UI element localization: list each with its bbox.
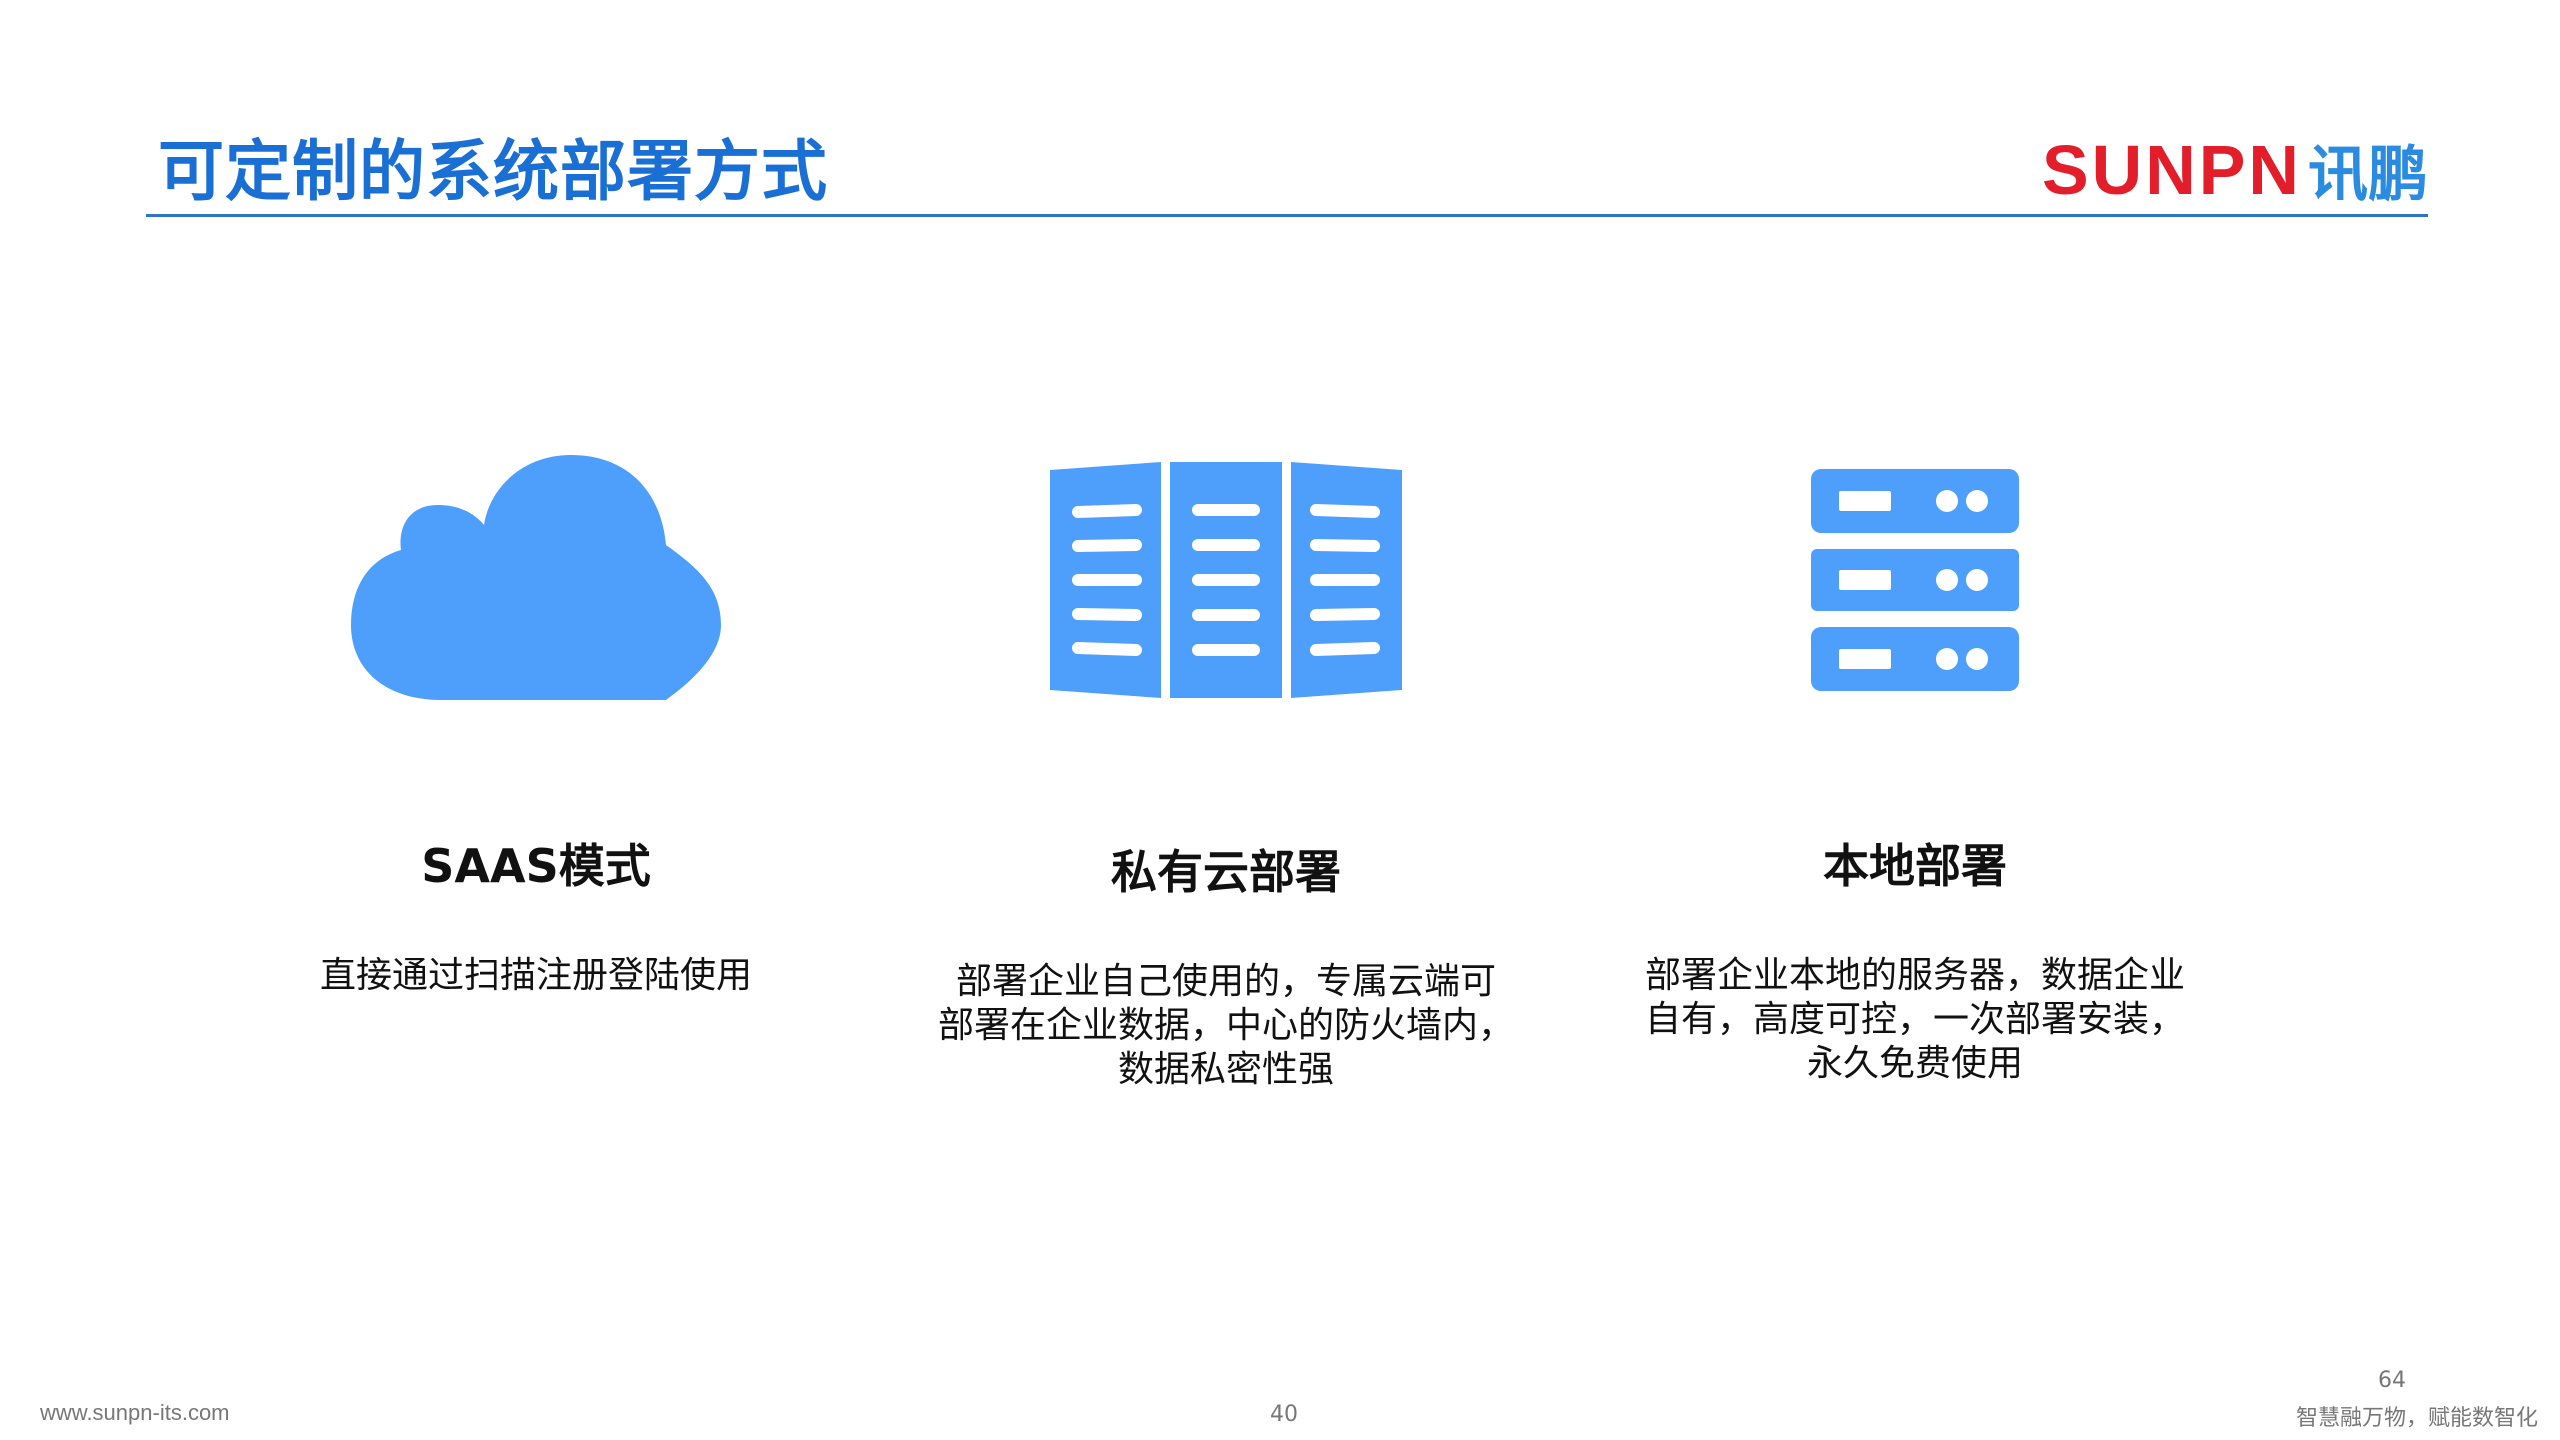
description-line: 数据私密性强 (1117, 1049, 1334, 1090)
option-heading: 本地部署 (1823, 839, 2007, 893)
brand-logo: SUNPN 讯鹏 (2042, 126, 2428, 213)
option-heading: 私有云部署 (1111, 845, 1341, 899)
deployment-option-local: 本地部署 部署企业本地的服务器，数据企业 自有，高度可控，一次部署安装， 永久免… (1565, 440, 2265, 1086)
option-heading: SAAS模式 (421, 839, 651, 893)
footer-slide-number: 64 (2378, 1368, 2406, 1393)
logo-chinese-name: 讯鹏 (2308, 140, 2428, 210)
title-divider (146, 214, 2428, 217)
footer-slogan: 智慧融万物，赋能数智化 (2295, 1406, 2538, 1431)
server-icon (1811, 469, 2019, 691)
description-line: 部署在企业数据，中心的防火墙内， (937, 1005, 1514, 1046)
description-line: 直接通过扫描注册登陆使用 (319, 955, 752, 996)
deployment-option-saas: SAAS模式 直接通过扫描注册登陆使用 (186, 440, 886, 998)
option-description: 直接通过扫描注册登陆使用 (186, 954, 886, 998)
private-cloud-rack-icon (1050, 462, 1402, 698)
page-title: 可定制的系统部署方式 (158, 133, 828, 210)
description-line: 部署企业自己使用的，专属云端可 (955, 961, 1496, 1002)
deployment-option-private-cloud: 私有云部署 部署企业自己使用的，专属云端可 部署在企业数据，中心的防火墙内， 数… (876, 440, 1576, 1092)
cloud-icon (351, 455, 721, 700)
logo-wordmark: SUNPN (2041, 130, 2302, 209)
footer-website: www.sunpn-its.com (40, 1400, 230, 1425)
option-description: 部署企业自己使用的，专属云端可 部署在企业数据，中心的防火墙内， 数据私密性强 (876, 960, 1576, 1092)
slide: 可定制的系统部署方式 SUNPN 讯鹏 SAAS模式 直接通过扫描注册登陆使用 (0, 0, 2560, 1440)
description-line: 永久免费使用 (1806, 1043, 2023, 1084)
option-description: 部署企业本地的服务器，数据企业 自有，高度可控，一次部署安装， 永久免费使用 (1565, 954, 2265, 1086)
description-line: 自有，高度可控，一次部署安装， (1644, 999, 2185, 1040)
footer-page-number: 40 (1270, 1402, 1298, 1427)
description-line: 部署企业本地的服务器，数据企业 (1644, 955, 2185, 996)
